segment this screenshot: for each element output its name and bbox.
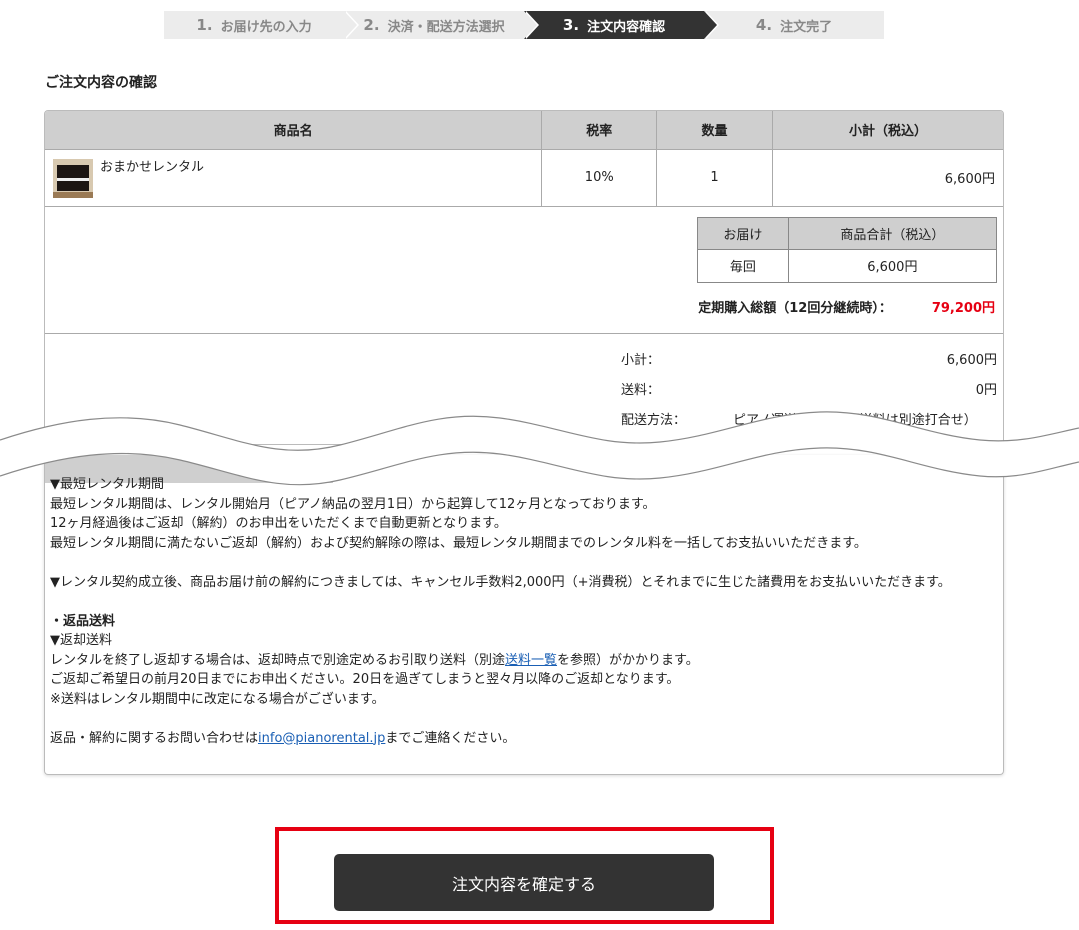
- step-1: 1. お届け先の入力: [164, 11, 359, 39]
- terms-line: 最短レンタル期間に満たないご返却（解約）および契約解除の際は、最短レンタル期間ま…: [50, 535, 867, 551]
- subtotal-label: 小計：: [621, 352, 661, 368]
- terms-line: ▼返却送料: [50, 633, 112, 648]
- terms-line: レンタルを終了し返却する場合は、返却時点で別途定めるお引取り送料（別途送料一覧を…: [50, 651, 995, 671]
- tax-rate: 10%: [541, 149, 658, 207]
- step-label: お届け先の入力: [220, 19, 312, 35]
- step-label: 注文内容確認: [587, 19, 666, 35]
- step-number: 2.: [363, 16, 380, 34]
- terms-text: ▼最短レンタル期間 最短レンタル期間は、レンタル開始月（ピアノ納品の翌月1日）か…: [50, 475, 995, 748]
- delivery-frequency: 毎回: [697, 248, 789, 283]
- terms-text-part: 返品・解約に関するお問い合わせは: [50, 730, 259, 746]
- terms-text-part: レンタルを終了し返却する場合は、返却時点で別途定めるお引取り送料（別途: [50, 652, 506, 668]
- step-number: 4.: [755, 16, 773, 34]
- table-row: おまかせレンタル 10% 1 6,600円: [45, 149, 1003, 207]
- step-4: 4. 注文完了: [704, 11, 884, 39]
- confirm-order-button[interactable]: 注文内容を確定する: [334, 854, 714, 911]
- col-header-qty: 数量: [656, 111, 773, 150]
- quantity: 1: [656, 149, 773, 207]
- subscription-total-amount: 79,200円: [931, 300, 995, 316]
- subtotal-row: 小計： 6,600円: [621, 349, 997, 368]
- col-header-product: 商品名: [45, 111, 543, 150]
- product-thumbnail: [53, 158, 93, 198]
- step-number: 1.: [196, 16, 213, 34]
- terms-line: 返品・解約に関するお問い合わせはinfo@pianorental.jpまでご連絡…: [50, 729, 995, 749]
- terms-line: 最短レンタル期間は、レンタル開始月（ピアノ納品の翌月1日）から起算して12ヶ月と…: [50, 496, 656, 512]
- subscription-total: 定期購入総額（12回分継続時）： 79,200円: [698, 297, 995, 316]
- product-cell: おまかせレンタル: [45, 149, 543, 207]
- line-subtotal: 6,600円: [772, 149, 1003, 207]
- col-header-product-total: 商品合計（税込）: [787, 216, 998, 250]
- delivery-table: お届け 商品合計（税込） 毎回 6,600円: [697, 216, 998, 283]
- col-header-tax: 税率: [541, 111, 658, 150]
- subtotal-value: 6,600円: [946, 352, 997, 368]
- step-label: 決済・配送方法選択: [387, 19, 505, 35]
- terms-text-part: までご連絡ください。: [385, 730, 516, 746]
- shipping-value: 0円: [975, 382, 997, 398]
- contact-email-link[interactable]: info@pianorental.jp: [258, 731, 385, 746]
- page-title: ご注文内容の確認: [45, 75, 157, 91]
- terms-line: ▼レンタル契約成立後、商品お届け前の解約につきましては、キャンセル手数料2,00…: [50, 574, 951, 590]
- step-2: 2. 決済・配送方法選択: [344, 11, 539, 39]
- col-header-subtotal: 小計（税込）: [772, 111, 1003, 150]
- page-break-wave: [0, 411, 1079, 486]
- col-header-delivery: お届け: [697, 216, 789, 250]
- terms-line: 12ヶ月経過後はご返却（解約）のお申出をいただくまで自動更新となります。: [50, 516, 507, 531]
- terms-card: ▼最短レンタル期間 最短レンタル期間は、レンタル開始月（ピアノ納品の翌月1日）か…: [44, 455, 1004, 775]
- terms-line: ご返却ご希望日の前月20日までにお申出ください。20日を過ぎてしまうと翌々月以降…: [50, 672, 680, 687]
- order-summary-card: 商品名 税率 数量 小計（税込） おまかせレンタル 10% 1 6,600円 お…: [44, 110, 1004, 445]
- checkout-steps: 1. お届け先の入力 2. 決済・配送方法選択 3. 注文内容確認 4. 注文完了: [164, 11, 884, 39]
- shipping-list-link[interactable]: 送料一覧: [505, 653, 557, 668]
- shipping-label: 送料：: [621, 382, 661, 398]
- shipping-row: 送料： 0円: [621, 379, 997, 398]
- terms-text-part: を参照）がかかります。: [557, 652, 699, 668]
- subscription-total-label: 定期購入総額（12回分継続時）：: [698, 300, 892, 316]
- step-3-active: 3. 注文内容確認: [524, 11, 719, 39]
- step-number: 3.: [562, 16, 580, 34]
- product-name: おまかせレンタル: [100, 159, 205, 175]
- terms-line: ※送料はレンタル期間中に改定になる場合がございます。: [50, 691, 385, 707]
- order-items-table: 商品名 税率 数量 小計（税込） おまかせレンタル 10% 1 6,600円: [45, 111, 1003, 207]
- return-shipping-heading: ・返品送料: [50, 613, 116, 629]
- step-label: 注文完了: [780, 19, 833, 35]
- product-total: 6,600円: [787, 248, 998, 283]
- delivery-section: お届け 商品合計（税込） 毎回 6,600円 定期購入総額（12回分継続時）： 7…: [45, 207, 1003, 334]
